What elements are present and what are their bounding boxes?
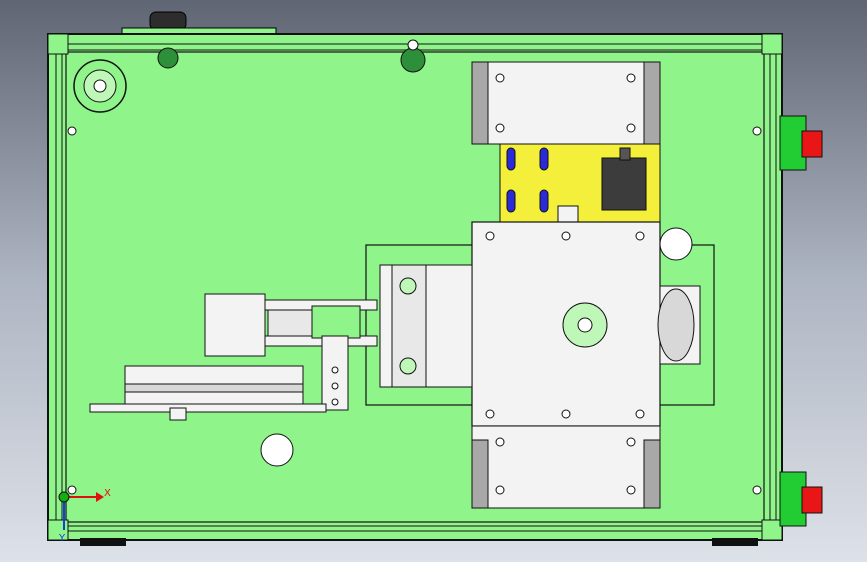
clamp-bolt-3 (331, 398, 339, 406)
bolt-ms-2 (561, 231, 571, 241)
foot-bottom-right (712, 538, 758, 546)
corner-bracket-tl (47, 33, 69, 55)
slot-2 (539, 147, 549, 171)
bumper-top-red (801, 130, 823, 158)
top-mount-center-inner (407, 39, 419, 51)
corner-bracket-br (761, 519, 783, 541)
bolt-ms-6 (635, 409, 645, 419)
clamp-bolt-2 (331, 382, 339, 390)
bolt-ms-3 (635, 231, 645, 241)
bolt-cb-2 (626, 437, 636, 447)
stepper-motor (601, 157, 647, 211)
bolt-frame-3 (752, 485, 762, 495)
foot-bottom-left (80, 538, 126, 546)
slide-body-upper (204, 293, 266, 357)
clamp-bolt-1 (331, 366, 339, 374)
slide-block-upper (267, 309, 317, 337)
bolt-cb-3 (495, 485, 505, 495)
stage-hole-top-right (659, 227, 693, 261)
triad-y-label: Y (59, 533, 66, 544)
bolt-cb-4 (626, 485, 636, 495)
y-rail-left-top (471, 61, 489, 145)
bolt-ct-2 (626, 73, 636, 83)
bolt-frame-1 (67, 126, 77, 136)
top-mount-center (400, 47, 426, 73)
cad-viewport[interactable]: X Y (0, 0, 867, 562)
y-rail-right-top (643, 61, 661, 145)
y-rail-left-bottom (471, 439, 489, 509)
left-motor-gear-bottom (399, 357, 417, 375)
base-hole-large (260, 433, 294, 467)
bolt-frame-2 (752, 126, 762, 136)
y-rail-right-bottom (643, 439, 661, 509)
top-knob (149, 11, 187, 31)
green-clamp (311, 305, 361, 339)
bolt-ms-4 (485, 409, 495, 419)
triad-x-label: X (104, 488, 111, 499)
left-motor-gear-top (399, 277, 417, 295)
lower-stage-rail (124, 383, 304, 393)
corner-bracket-tr (761, 33, 783, 55)
triad-origin (58, 491, 70, 503)
bolt-frame-4 (67, 485, 77, 495)
bolt-ct-1 (495, 73, 505, 83)
bolt-ms-5 (561, 409, 571, 419)
bolt-ms-1 (485, 231, 495, 241)
slot-4 (539, 189, 549, 213)
stepper-shaft (619, 147, 631, 161)
rotary-center-inner (577, 317, 593, 333)
bumper-bottom-red (801, 486, 823, 514)
slot-1 (506, 147, 516, 171)
lower-stage-tab (169, 407, 187, 421)
pulley-hub (93, 79, 107, 93)
side-gear (657, 288, 695, 362)
slot-3 (506, 189, 516, 213)
bolt-cb-1 (495, 437, 505, 447)
assembly-drawing (47, 11, 823, 546)
bolt-ct-3 (495, 123, 505, 133)
carriage-notch (557, 205, 579, 223)
lower-stage-rod (89, 403, 327, 413)
top-mount-left (157, 47, 179, 69)
bolt-ct-4 (626, 123, 636, 133)
